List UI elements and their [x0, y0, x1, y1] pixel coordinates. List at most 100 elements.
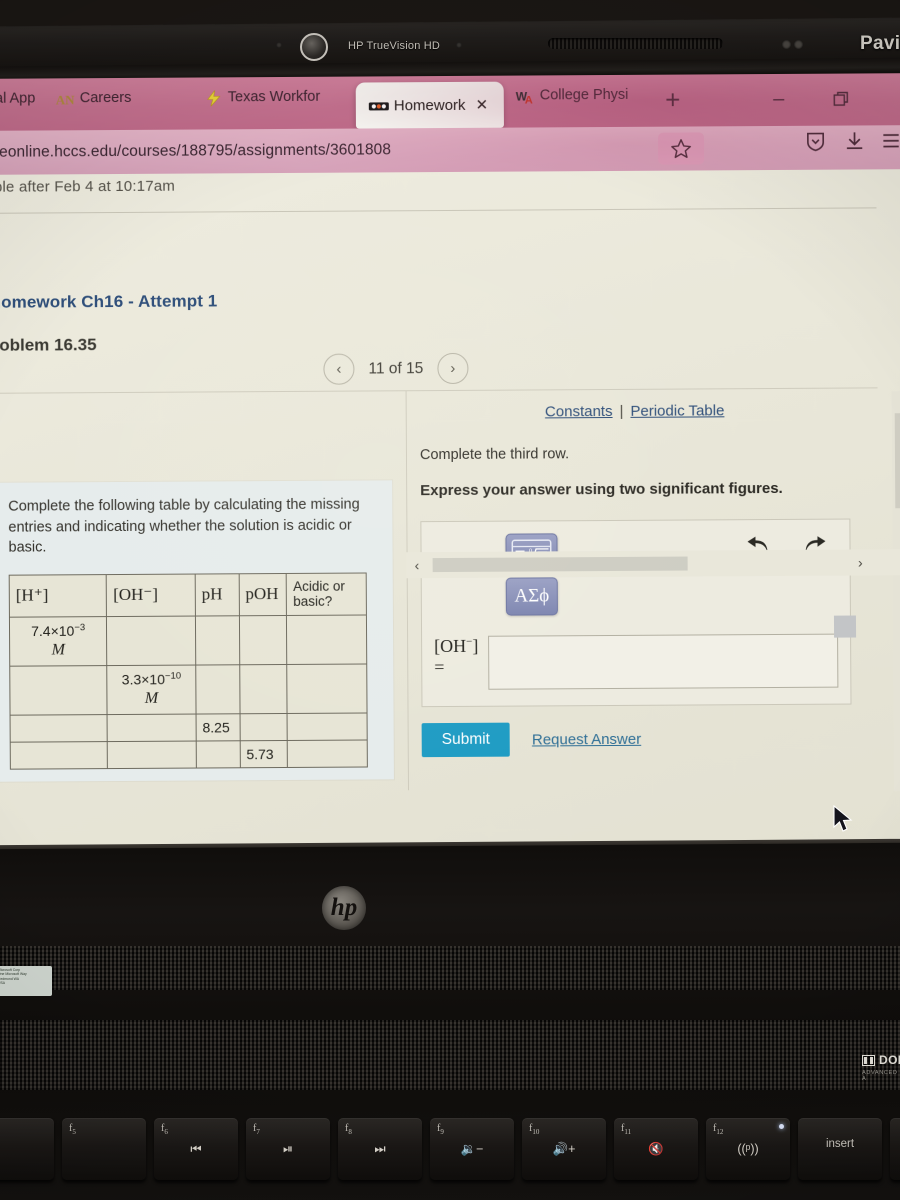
an-careers-icon: AN [56, 91, 75, 107]
webcam-mic-icon [456, 42, 462, 48]
key-f4[interactable] [0, 1118, 54, 1180]
new-tab-button[interactable]: + [658, 84, 688, 115]
answer-instruction: Complete the third row. [419, 446, 570, 464]
lightning-bolt-icon [204, 89, 221, 107]
constants-link[interactable]: Constants [545, 403, 613, 420]
resize-handle[interactable] [833, 615, 857, 638]
answer-input-row: [OH−] = [434, 633, 839, 691]
regulatory-sticker: Microsoft Corp One Microsoft Way Redmond W… [0, 966, 52, 996]
availability-note: ilable after Feb 4 at 10:17am [0, 177, 176, 196]
pager-position-label: 11 of 15 [368, 359, 424, 377]
browser-toolbar-icons [804, 129, 900, 158]
volume-down-icon: 🔉− [460, 1142, 484, 1156]
key-fn-label: f8 [345, 1123, 352, 1136]
key-fn-label: f10 [529, 1123, 540, 1136]
table-header-row: [H⁺] [OH⁻] pH pOH Acidic or basic? [9, 572, 367, 617]
scroll-down-icon[interactable]: ˅ [894, 771, 900, 786]
key-fn-label: f7 [253, 1123, 260, 1136]
answer-input-field[interactable] [488, 633, 839, 691]
key-f7-play-pause[interactable]: f7 ⏯ [246, 1118, 330, 1180]
webcam-label: HP TrueVision HD [348, 40, 441, 52]
table-header-acidic-basic: Acidic or basic? [286, 572, 367, 616]
key-fn-label: f12 [713, 1123, 724, 1136]
reference-links: Constants | Periodic Table [420, 402, 850, 422]
key-f11-mute[interactable]: f11 🔇 [614, 1118, 698, 1180]
browser-tab-homework-active[interactable]: Homework ✕ [355, 81, 504, 129]
key-f9-volume-down[interactable]: f9 🔉− [430, 1118, 514, 1180]
cell-ph [195, 664, 240, 715]
content-divider-main [0, 387, 878, 394]
browser-tab-careers[interactable]: AN Careers [56, 90, 132, 107]
cell-acidic-basic [287, 713, 368, 741]
submit-button[interactable]: Submit [421, 722, 511, 758]
key-f6-prev-track[interactable]: f6 ⏮ [154, 1118, 238, 1180]
browser-tab-texas-workforce[interactable]: Texas Workfor [204, 89, 320, 107]
svg-text:A: A [525, 94, 533, 104]
greek-symbols-button[interactable]: ΑΣϕ [505, 577, 558, 616]
pager-next-button[interactable]: › [437, 352, 469, 385]
scroll-left-icon[interactable]: ‹ [415, 557, 420, 573]
browser-tab-cal-app[interactable]: cal App [0, 91, 35, 107]
vertical-scroll-thumb[interactable] [894, 413, 900, 509]
request-answer-link[interactable]: Request Answer [532, 731, 641, 749]
key-fn-label: f5 [69, 1123, 76, 1136]
key-f8-next-track[interactable]: f8 ⏭ [338, 1118, 422, 1180]
key-fn-label: f9 [437, 1123, 444, 1136]
key-f12-wireless[interactable]: f12 ((ᵖ)) [706, 1118, 790, 1180]
cell-poh: 5.73 [239, 740, 288, 768]
horizontal-scrollbar[interactable]: ‹ › [406, 549, 900, 579]
window-restore-button[interactable] [826, 83, 856, 113]
table-row: 5.73 [10, 740, 368, 770]
svg-text:AN: AN [56, 92, 75, 107]
shield-icon [807, 132, 825, 152]
key-f10-volume-up[interactable]: f10 🔊+ [522, 1118, 606, 1180]
shield-button[interactable] [804, 130, 827, 158]
dolby-logo-icon [862, 1054, 875, 1066]
cell-oh-minus: 3.3×10−10 M [107, 664, 196, 715]
cell-acidic-basic [286, 614, 367, 665]
table-row: 3.3×10−10 M [9, 663, 368, 716]
cell-poh [238, 615, 288, 665]
assignment-title-text: Homework Ch16 - Attempt 1 [0, 291, 218, 312]
cell-h-plus [9, 665, 108, 716]
address-input[interactable]: agleonline.hccs.edu/courses/188795/assig… [0, 141, 391, 162]
cell-acidic-basic [287, 663, 368, 714]
pager-prev-button[interactable]: ‹ [323, 353, 355, 385]
close-icon[interactable]: ✕ [475, 96, 488, 114]
scroll-up-icon[interactable]: ˄ [892, 394, 900, 409]
chemistry-table: [H⁺] [OH⁻] pH pOH Acidic or basic? 7.4×1… [8, 572, 368, 770]
key-f5[interactable]: f5 [62, 1118, 146, 1180]
sigfig-instruction: Express your answer using two significan… [420, 479, 783, 500]
mouse-cursor [833, 804, 855, 840]
window-minimize-button[interactable]: – [764, 84, 794, 114]
key-prt-sc[interactable] [890, 1118, 900, 1180]
menu-button[interactable] [882, 129, 900, 157]
vertical-scrollbar[interactable]: ˄ ˅ [891, 391, 900, 792]
table-header-ph: pH [195, 573, 239, 616]
horizontal-scroll-thumb[interactable] [432, 556, 688, 573]
cell-ph: 8.25 [195, 713, 240, 742]
lid-dot-left [782, 40, 791, 49]
cell-ph [196, 740, 240, 769]
periodic-table-link[interactable]: Periodic Table [630, 402, 724, 420]
scroll-right-icon[interactable]: › [858, 554, 863, 570]
cell-ph [195, 615, 240, 665]
cell-oh-minus [106, 615, 196, 666]
cell-h-plus: 7.4×10−3 M [9, 616, 108, 667]
speaker-grille-lower [0, 1020, 900, 1090]
bookmark-star-button[interactable] [657, 132, 705, 165]
browser-tab-label: College Physi [539, 86, 629, 104]
wolfram-alpha-icon: W A [516, 88, 533, 106]
content-divider-top [0, 207, 877, 214]
browser-tab-label: cal App [0, 90, 36, 107]
key-insert[interactable]: insert [798, 1118, 882, 1180]
cell-oh-minus [107, 714, 197, 742]
answer-input-label: [OH−] = [434, 636, 479, 678]
keyboard-function-row: f5 f6 ⏮ f7 ⏯ f8 ⏭ f9 🔉− f10 🔊+ f11 🔇 f12 [0, 1118, 900, 1196]
cell-poh [239, 664, 288, 714]
mute-icon: 🔇 [648, 1142, 664, 1156]
lid-brand-label: Pavil [860, 33, 900, 54]
browser-tab-college-physics[interactable]: W A College Physi [516, 86, 629, 106]
download-button[interactable] [843, 129, 866, 157]
problem-title: Problem 16.35 [0, 335, 97, 355]
